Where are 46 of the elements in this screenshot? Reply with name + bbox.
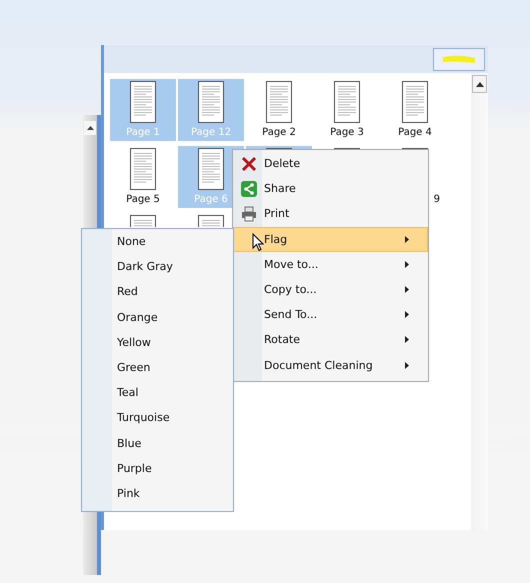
thumbnail[interactable]: Page 4 (382, 79, 448, 141)
thumbnail-label: Page 1 (126, 127, 160, 138)
thumbnail[interactable]: Page 3 (314, 79, 380, 141)
up-arrow-icon (476, 82, 484, 86)
menu-item[interactable]: Move to... (233, 252, 428, 277)
menu-item[interactable]: Send To... (233, 302, 428, 328)
submenu-item[interactable]: Red (82, 279, 233, 305)
submenu-item[interactable]: Orange (82, 304, 233, 330)
page-preview-icon (130, 81, 156, 123)
submenu-item[interactable]: Purple (82, 456, 233, 481)
page-preview-icon (402, 81, 428, 123)
submenu-item[interactable]: Green (82, 354, 233, 380)
thumbnail[interactable]: Page 5 (110, 146, 176, 208)
submenu-item[interactable]: Teal (82, 380, 233, 406)
thumbnail-label: Page 6 (194, 194, 228, 205)
menu-item[interactable]: Rotate (233, 327, 428, 352)
printer-icon (241, 206, 257, 222)
page-preview-icon (266, 81, 292, 123)
scrollbar[interactable] (471, 73, 488, 530)
thumbnail-label: Page 5 (126, 194, 160, 205)
thumbnail-label: 9 (434, 194, 440, 205)
thumbnail-label: Page 2 (262, 127, 296, 138)
menu-item[interactable]: Document Cleaning (233, 352, 428, 378)
page-preview-icon (198, 81, 224, 123)
scroll-up-button[interactable] (84, 121, 96, 135)
thumbnail-label: Page 3 (330, 127, 364, 138)
submenu-item[interactable]: Turquoise (82, 405, 233, 430)
submenu-item[interactable]: Yellow (82, 330, 233, 355)
highlighter-stroke-icon (441, 54, 477, 64)
page-preview-icon (334, 81, 360, 123)
menu-item[interactable]: Flag (233, 226, 428, 252)
up-arrow-icon (86, 126, 94, 130)
delete-icon (241, 156, 257, 172)
thumbnail[interactable]: Page 2 (246, 79, 312, 141)
share-icon (241, 180, 257, 197)
page-preview-icon (198, 148, 224, 190)
submenu-item[interactable]: Dark Gray (82, 254, 233, 280)
thumbnail-label: Page 4 (398, 127, 432, 138)
mouse-pointer-icon (252, 232, 264, 252)
submenu-item[interactable]: Pink (82, 480, 233, 506)
page-preview-icon (130, 148, 156, 190)
submenu-item[interactable]: None (82, 229, 233, 254)
thumbnail-label: Page 12 (190, 127, 232, 138)
menu-item[interactable]: Copy to... (233, 276, 428, 302)
submenu-item[interactable]: Blue (82, 430, 233, 456)
scroll-up-button[interactable] (472, 75, 487, 93)
